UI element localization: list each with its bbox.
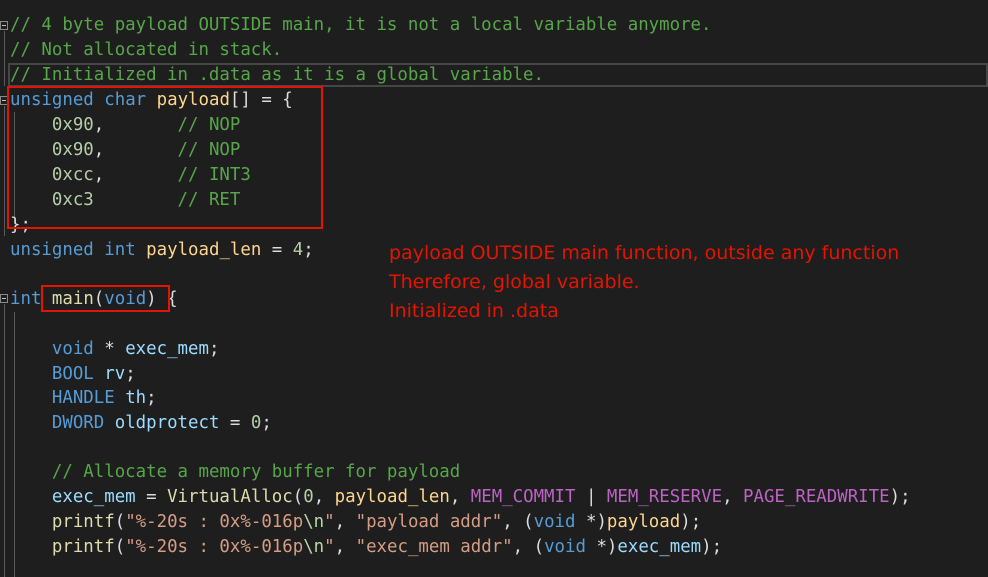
type-name: BOOL [51,364,94,384]
code-line[interactable]: HANDLE th; [10,386,157,411]
variable: th [125,388,147,408]
payload-highlight-box [7,86,323,229]
number-literal: 0 [250,413,262,433]
annotation-line-2: Therefore, global variable. [389,271,640,293]
function-name: printf [51,537,115,557]
string-literal: " [324,512,335,532]
main-highlight-box [41,285,170,312]
code-line[interactable]: // Allocate a memory buffer for payload [10,460,460,485]
variable: payload_len [334,487,450,507]
code-line[interactable]: void * exec_mem; [10,337,220,362]
escape-sequence: \n [303,537,325,557]
annotation-line-3: Initialized in .data [389,300,559,322]
variable: oldprotect [114,413,220,433]
function-name: VirtualAlloc [167,487,293,507]
fold-guide [4,106,5,236]
fold-icon[interactable] [0,21,8,30]
macro: MEM_RESERVE [606,487,723,507]
fold-guide [4,31,5,86]
code-line[interactable]: DWORD oldprotect = 0; [10,411,272,436]
number-literal: 0 [303,487,314,507]
variable: rv [104,364,126,384]
string-literal: "exec_mem addr" [355,537,513,557]
code-line[interactable]: printf("%-20s : 0x%-016p\n", "exec_mem a… [10,535,722,560]
variable: payload_len [146,240,262,260]
code-line[interactable]: exec_mem = VirtualAlloc(0, payload_len, … [10,485,911,510]
string-literal: "%-20s : 0x%-016p [125,512,304,532]
variable: payload [606,512,681,532]
code-line[interactable]: // Initialized in .data as it is a globa… [10,63,544,88]
comment: // 4 byte payload OUTSIDE main, it is no… [10,15,712,35]
code-line[interactable]: printf("%-20s : 0x%-016p\n", "payload ad… [10,510,701,535]
comment: // Allocate a memory buffer for payload [51,462,461,482]
variable: exec_mem [125,339,209,359]
string-literal: "payload addr" [355,512,503,532]
variable: exec_mem [617,537,702,557]
string-literal: " [324,537,335,557]
fold-guide [4,304,5,577]
string-literal: "%-20s : 0x%-016p [125,537,304,557]
code-editor[interactable]: // 4 byte payload OUTSIDE main, it is no… [0,0,988,577]
code-line[interactable]: BOOL rv; [10,362,136,387]
type-name: HANDLE [51,388,115,408]
code-line[interactable]: // Not allocated in stack. [10,38,282,63]
fold-icon[interactable] [0,294,8,303]
annotation-line-1: payload OUTSIDE main function, outside a… [389,242,900,264]
comment: // Not allocated in stack. [10,40,283,60]
keyword: int [104,240,136,260]
function-name: printf [51,512,115,532]
keyword: void [544,537,586,557]
code-line[interactable]: // 4 byte payload OUTSIDE main, it is no… [10,13,712,38]
keyword: void [51,339,94,359]
macro: MEM_COMMIT [470,487,576,507]
keyword: unsigned [10,240,94,260]
keyword: void [533,512,576,532]
comment: // Initialized in .data as it is a globa… [10,65,544,85]
keyword: int [10,289,42,309]
type-name: DWORD [51,413,105,433]
code-line[interactable]: unsigned int payload_len = 4; [10,238,314,263]
variable: exec_mem [51,487,136,507]
number-literal: 4 [292,240,304,260]
macro: PAGE_READWRITE [743,487,890,507]
escape-sequence: \n [303,512,325,532]
